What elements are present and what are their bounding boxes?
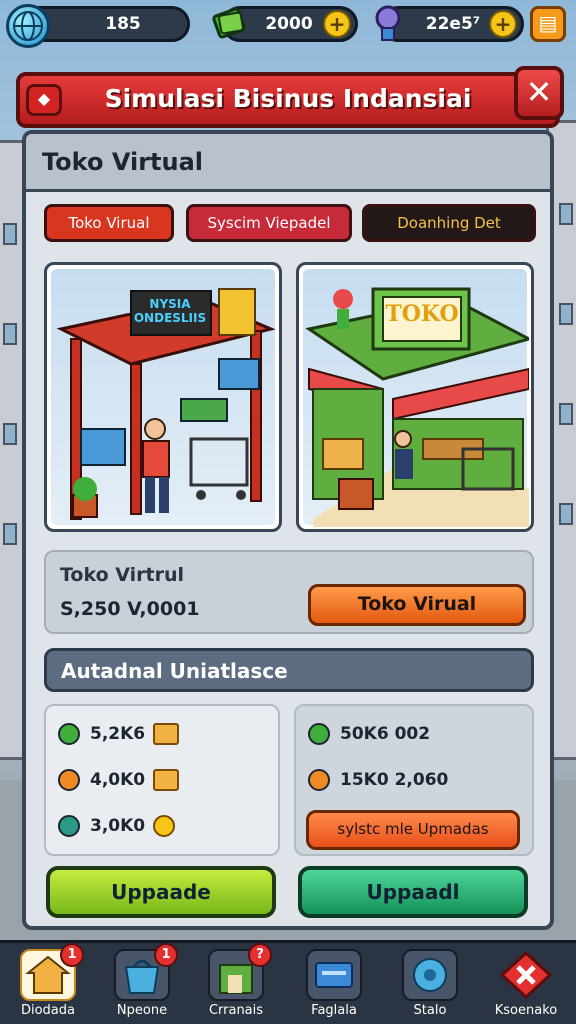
section-title: Autadnal Uniatlasce: [61, 659, 288, 683]
box-icon: [153, 769, 180, 791]
card-icon: [306, 949, 362, 1001]
store-price: S,250 V,0001: [60, 598, 200, 620]
title-banner: ◆ Simulasi Bisinus Indansiai: [16, 72, 560, 128]
tab-toko-virual[interactable]: Toko Virual: [44, 204, 174, 242]
nav-badge: ?: [248, 943, 272, 967]
stats-box-right: 50K6 002 15K0 2,060 sylstc mle Upmadas: [294, 704, 534, 856]
store-panel: Toko Virtual Toko Virual Syscim Viepadel…: [22, 130, 554, 930]
stat-value: 50K6 002: [340, 724, 431, 744]
store-card-red[interactable]: NYSIA ONDESLIIS: [44, 262, 282, 532]
red-stall-sign: NYSIA ONDESLIIS: [133, 297, 207, 325]
green-shop-sign: TOKO: [385, 301, 459, 327]
stat-row: 50K6 002: [308, 720, 430, 748]
stat-value: 5,2K6: [90, 724, 146, 744]
stat-row: 3,0K0: [58, 812, 176, 840]
close-icon: [498, 949, 554, 1001]
window: [3, 523, 17, 545]
nav-item-basket[interactable]: 1 Npeone: [98, 943, 186, 1024]
panel-header: Toko Virtual: [26, 134, 550, 192]
nav-label: Crranais: [208, 1003, 264, 1018]
gem-icon: [372, 4, 404, 42]
tab-syscim-viepadel[interactable]: Syscim Viepadel: [186, 204, 352, 242]
window: [559, 303, 573, 325]
nav-label: Stalo: [413, 1003, 447, 1018]
stat-value: 3,0K0: [90, 816, 146, 836]
nav-item-shop[interactable]: ? Crranais: [192, 943, 280, 1024]
upgrades-section-header: Autadnal Uniatlasce: [44, 648, 534, 692]
window: [559, 403, 573, 425]
panel-title: Toko Virtual: [42, 148, 204, 176]
top-resource-bar: 185 2000 + 22e5⁷ + ▤: [0, 0, 576, 52]
nav-label: Npeone: [116, 1003, 168, 1018]
globe-icon: [402, 949, 458, 1001]
leaf-icon: [58, 723, 80, 745]
coin-icon: [58, 769, 80, 791]
red-stall-illustration: NYSIA ONDESLIIS: [51, 269, 276, 525]
stat-value: 15K0 2,060: [340, 770, 449, 790]
store-info-box: Toko Virtrul S,250 V,0001 Toko Virual: [44, 550, 534, 634]
stat-row: 5,2K6: [58, 720, 180, 748]
nav-badge: 1: [60, 943, 84, 967]
close-icon: ✕: [525, 73, 553, 111]
store-card-green[interactable]: TOKO: [296, 262, 534, 532]
leaf-icon: [308, 723, 330, 745]
upgrade-button-left[interactable]: Uppaade: [46, 866, 276, 918]
cash-icon: [210, 2, 248, 42]
menu-button[interactable]: ▤: [530, 6, 566, 42]
gem-value: 22e5⁷: [425, 14, 481, 34]
box-icon: [153, 723, 180, 745]
window: [3, 223, 17, 245]
game-title: Simulasi Bisinus Indansiai: [104, 84, 472, 113]
nav-label: Ksoenako: [494, 1003, 558, 1018]
menu-icon: ▤: [538, 11, 558, 35]
globe-icon: [6, 4, 50, 48]
system-upgrade-button[interactable]: sylstc mle Upmadas: [306, 810, 520, 850]
coin-icon: [153, 815, 176, 837]
nav-item-card[interactable]: Faglala: [290, 947, 378, 1024]
nav-item-home[interactable]: 1 Diodada: [4, 943, 92, 1024]
stat-value: 4,0K0: [90, 770, 146, 790]
close-button[interactable]: ✕: [514, 66, 564, 120]
window: [559, 203, 573, 225]
window: [559, 503, 573, 525]
nav-item-globe[interactable]: Stalo: [386, 947, 474, 1024]
window: [3, 323, 17, 345]
nav-item-close[interactable]: Ksoenako: [482, 947, 570, 1024]
stats-box-left: 5,2K6 4,0K0 3,0K0: [44, 704, 280, 856]
bottom-navigation: 1 Diodada 1 Npeone ? Crranais Faglala St…: [0, 940, 576, 1024]
green-shop-illustration: TOKO: [303, 269, 531, 527]
window: [3, 423, 17, 445]
stat-row: 15K0 2,060: [308, 766, 448, 794]
gear-icon: [58, 815, 80, 837]
add-cash-plus-icon[interactable]: +: [323, 10, 351, 38]
nav-label: Diodada: [20, 1003, 75, 1018]
store-name: Toko Virtrul: [60, 564, 185, 586]
upgrade-button-right[interactable]: Uppaadl: [298, 866, 528, 918]
banner-badge-icon: ◆: [26, 84, 62, 116]
nav-badge: 1: [154, 943, 178, 967]
globe-value: 185: [105, 14, 141, 34]
tab-doanhing-det[interactable]: Doanhing Det: [362, 204, 536, 242]
coin-icon: [308, 769, 330, 791]
stat-row: 4,0K0: [58, 766, 180, 794]
store-action-button[interactable]: Toko Virual: [308, 584, 526, 626]
cash-value: 2000: [265, 14, 313, 34]
add-gem-plus-icon[interactable]: +: [489, 10, 517, 38]
nav-label: Faglala: [311, 1003, 357, 1018]
